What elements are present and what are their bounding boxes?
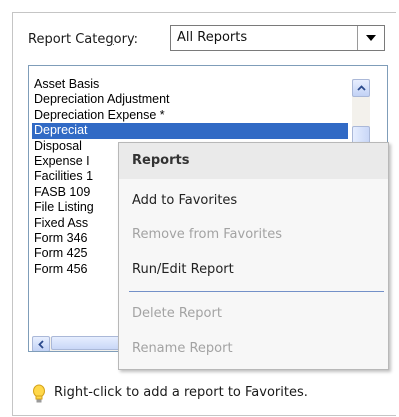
list-item[interactable]: Depreciat <box>32 123 348 139</box>
reports-context-menu: Reports Add to Favorites Remove from Fav… <box>118 142 389 370</box>
menu-item-delete-report[interactable]: Delete Report <box>132 301 222 327</box>
dropdown-arrow-button[interactable] <box>357 26 384 50</box>
scroll-up-button[interactable] <box>352 79 370 97</box>
report-category-label-accesskey: g <box>105 32 114 47</box>
report-category-dropdown[interactable]: All Reports <box>170 25 385 51</box>
menu-item-rename-report[interactable]: Rename Report <box>132 336 233 362</box>
hint-text: Right-click to add a report to Favorites… <box>54 385 308 400</box>
list-item[interactable]: Depreciation Expense * <box>32 108 348 123</box>
report-category-value: All Reports <box>177 30 248 45</box>
menu-item-remove-from-favorites[interactable]: Remove from Favorites <box>132 222 282 248</box>
chevron-up-icon <box>356 85 366 91</box>
chevron-down-icon <box>366 35 376 41</box>
menu-item-add-to-favorites[interactable]: Add to Favorites <box>132 188 237 214</box>
menu-item-run-edit-report[interactable]: Run/Edit Report <box>132 257 234 283</box>
lightbulb-icon <box>33 384 45 403</box>
horizontal-scroll-thumb[interactable] <box>51 336 121 350</box>
list-item[interactable]: Asset Basis <box>32 77 348 92</box>
list-item[interactable]: Depreciation Adjustment <box>32 92 348 107</box>
report-category-label-pre: Report Cate <box>28 32 106 47</box>
scroll-left-button[interactable] <box>32 336 50 351</box>
context-menu-header: Reports <box>119 143 388 179</box>
report-category-label: Report Category: <box>28 28 138 52</box>
chevron-left-icon <box>38 339 44 349</box>
report-category-label-post: ory: <box>113 32 139 47</box>
menu-separator <box>129 291 384 292</box>
